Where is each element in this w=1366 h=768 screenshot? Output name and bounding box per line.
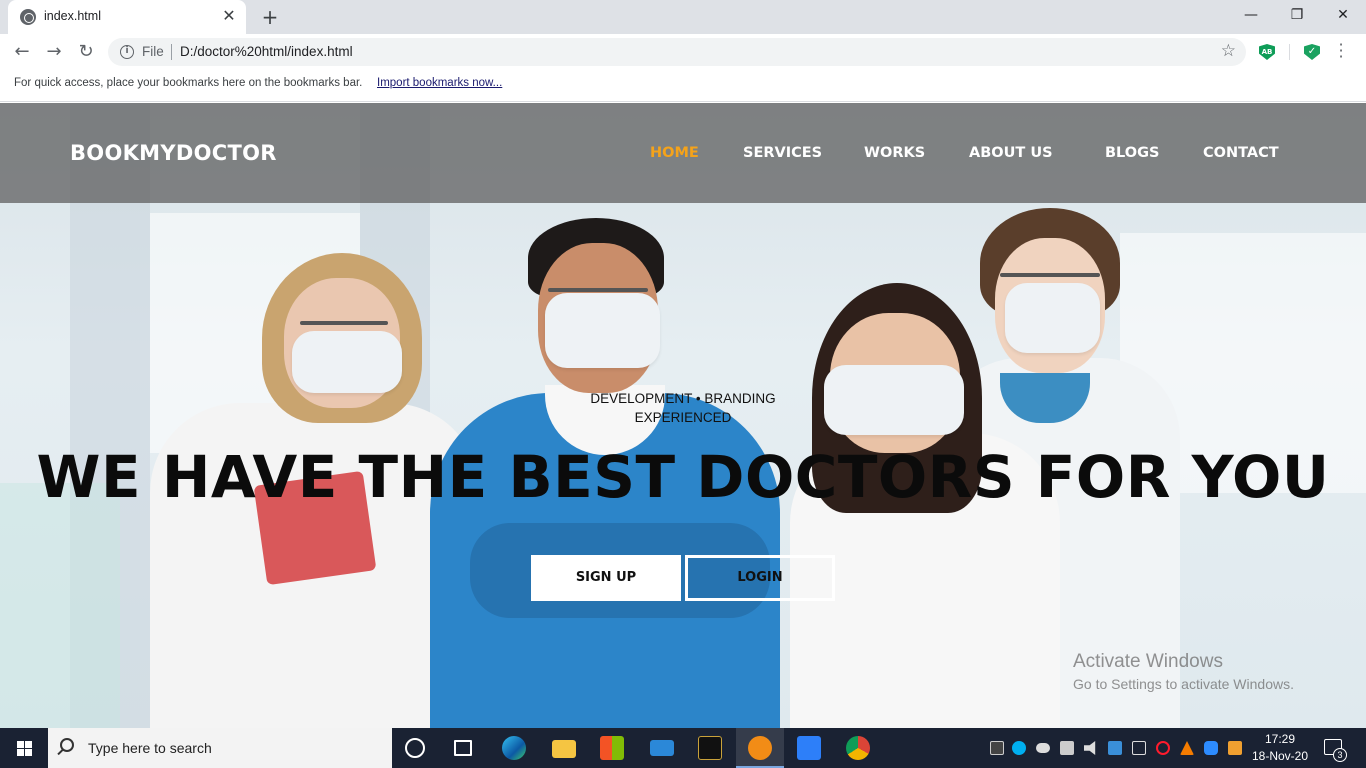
nav-home[interactable]: HOME xyxy=(650,145,699,161)
globe-icon xyxy=(20,9,36,25)
cortana-icon[interactable] xyxy=(405,738,425,758)
hero-subtitle: DEVELOPMENT • BRANDING EXPERIENCED xyxy=(0,389,1366,427)
nav-contact[interactable]: CONTACT xyxy=(1203,145,1279,161)
search-placeholder: Type here to search xyxy=(88,740,212,756)
clock-date: 18-Nov-20 xyxy=(1251,749,1309,763)
display-tray-icon[interactable] xyxy=(1108,741,1122,755)
file-explorer-icon[interactable] xyxy=(552,740,576,758)
url-text[interactable]: D:/doctor%20html/index.html xyxy=(180,44,353,59)
windows-logo-icon xyxy=(17,741,32,756)
vpn-app-icon[interactable] xyxy=(748,736,772,760)
security-tray-icon[interactable] xyxy=(1060,741,1074,755)
volume-muted-icon[interactable] xyxy=(1084,741,1096,755)
nav-works[interactable]: WORKS xyxy=(864,145,925,161)
adblock-extension-icon[interactable]: AB xyxy=(1259,44,1275,60)
address-bar[interactable]: i File D:/doctor%20html/index.html ☆ xyxy=(108,38,1246,66)
store-icon[interactable] xyxy=(600,736,624,760)
login-button[interactable]: LOGIN xyxy=(685,555,835,601)
browser-tab-strip: index.html ✕ + — ❐ ✕ xyxy=(0,0,1366,34)
taskbar-search[interactable]: Type here to search xyxy=(48,728,392,768)
shield-extension-icon[interactable]: ✓ xyxy=(1304,44,1320,60)
windows-taskbar: Type here to search 17:29 18-Nov-20 3 xyxy=(0,728,1366,768)
search-icon xyxy=(60,738,74,752)
site-navbar: BOOKMYDOCTOR HOME SERVICES WORKS ABOUT U… xyxy=(0,103,1366,203)
nav-about-us[interactable]: ABOUT US xyxy=(969,145,1053,161)
hero-subtitle-line2: EXPERIENCED xyxy=(634,410,732,425)
browser-toolbar: ← → ↻ i File D:/doctor%20html/index.html… xyxy=(0,34,1366,70)
skype-tray-icon[interactable] xyxy=(1012,741,1026,755)
hero-title: WE HAVE THE BEST DOCTORS FOR YOU xyxy=(36,443,1330,511)
maximize-button[interactable]: ❐ xyxy=(1274,0,1320,30)
wps-office-icon[interactable] xyxy=(797,736,821,760)
start-button[interactable] xyxy=(0,728,48,768)
game-app-icon[interactable] xyxy=(698,736,722,760)
close-window-button[interactable]: ✕ xyxy=(1320,0,1366,30)
clock-time: 17:29 xyxy=(1264,732,1296,746)
web-page: BOOKMYDOCTOR HOME SERVICES WORKS ABOUT U… xyxy=(0,103,1366,728)
file-scheme-label: File xyxy=(142,44,164,59)
app-tray-icon[interactable] xyxy=(1228,741,1242,755)
bookmarks-bar: For quick access, place your bookmarks h… xyxy=(0,70,1366,102)
zoom-tray-icon[interactable] xyxy=(1204,741,1218,755)
bookmarks-hint: For quick access, place your bookmarks h… xyxy=(14,77,363,89)
minimize-button[interactable]: — xyxy=(1228,0,1274,30)
onedrive-tray-icon[interactable] xyxy=(1036,743,1050,753)
mail-icon[interactable] xyxy=(650,740,674,756)
edge-browser-icon[interactable] xyxy=(502,736,526,760)
forward-button[interactable]: → xyxy=(42,40,66,64)
extension-divider xyxy=(1289,44,1290,60)
bookmark-star-icon[interactable]: ☆ xyxy=(1221,41,1236,61)
browser-tab[interactable]: index.html ✕ xyxy=(8,0,246,34)
avast-tray-icon[interactable] xyxy=(1180,741,1194,755)
import-bookmarks-link[interactable]: Import bookmarks now... xyxy=(377,77,502,89)
network-icon[interactable] xyxy=(1132,741,1146,755)
notification-count-badge: 3 xyxy=(1333,748,1347,762)
info-icon[interactable]: i xyxy=(120,45,134,59)
nav-services[interactable]: SERVICES xyxy=(743,145,822,161)
epic-games-tray-icon[interactable] xyxy=(990,741,1004,755)
reload-button[interactable]: ↻ xyxy=(74,40,98,64)
opera-tray-icon[interactable] xyxy=(1156,741,1170,755)
browser-menu-icon[interactable]: · · · xyxy=(1336,37,1346,65)
close-tab-icon[interactable]: ✕ xyxy=(220,7,238,25)
site-logo[interactable]: BOOKMYDOCTOR xyxy=(70,141,277,165)
hero-subtitle-line1: DEVELOPMENT • BRANDING xyxy=(590,391,776,406)
new-tab-button[interactable]: + xyxy=(258,5,282,29)
task-view-icon[interactable] xyxy=(454,740,472,756)
chrome-icon[interactable] xyxy=(846,736,870,760)
tab-title: index.html xyxy=(44,9,101,23)
activate-windows-title: Activate Windows xyxy=(1073,651,1223,672)
omnibox-divider xyxy=(171,44,172,60)
back-button[interactable]: ← xyxy=(10,40,34,64)
taskbar-clock[interactable]: 17:29 18-Nov-20 xyxy=(1248,731,1312,765)
activate-windows-subtitle: Go to Settings to activate Windows. xyxy=(1073,676,1294,692)
nav-blogs[interactable]: BLOGS xyxy=(1105,145,1159,161)
background-window xyxy=(0,483,120,728)
signup-button[interactable]: SIGN UP xyxy=(531,555,681,601)
